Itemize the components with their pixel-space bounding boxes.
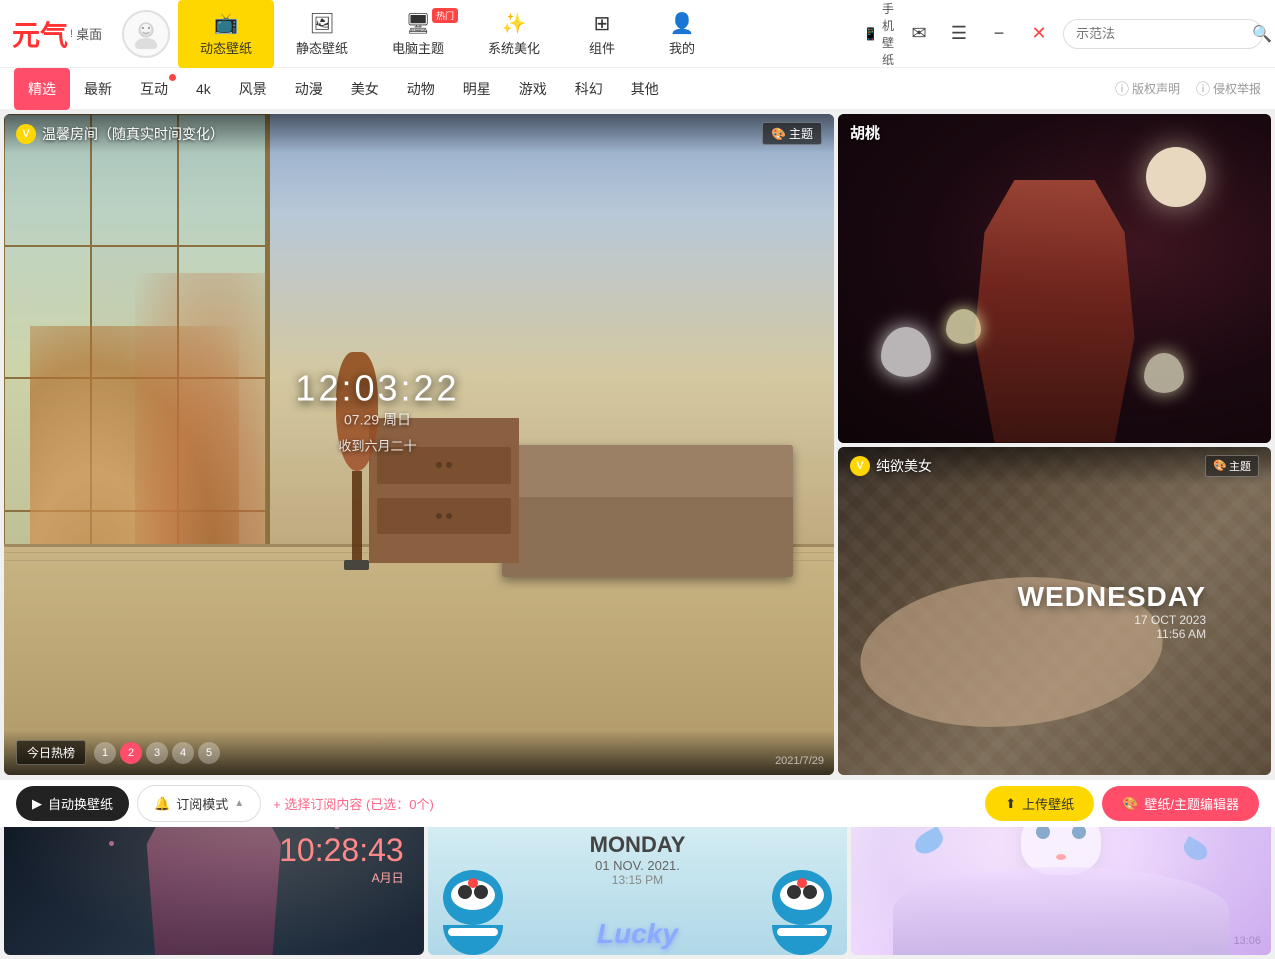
search-input[interactable] bbox=[1076, 26, 1252, 41]
sub-icon: 🔔 bbox=[154, 796, 170, 812]
wednesday-overlay: WEDNESDAY 17 OCT 2023 11:56 AM bbox=[1018, 581, 1206, 641]
featured-clock: 12:03:22 07.29 周日 收到六月二十 bbox=[295, 368, 459, 455]
tab-theme[interactable]: 🖥 电脑主题 热门 bbox=[370, 0, 466, 68]
logo: 元气 ! 桌面 bbox=[12, 14, 122, 54]
upload-button[interactable]: ⬆ 上传壁纸 bbox=[985, 786, 1094, 821]
tab-static[interactable]: 🖼 静态壁纸 bbox=[274, 0, 370, 68]
select-info[interactable]: + 选择订阅内容 (已选：0个) bbox=[273, 794, 434, 813]
featured-title-bar: V 温馨房间（随真实时间变化） 🎨 主题 bbox=[4, 114, 834, 153]
cat-anime[interactable]: 动漫 bbox=[281, 68, 337, 110]
main-content: 12:03:22 07.29 周日 收到六月二十 V 温馨房间（随真实时间变化）… bbox=[0, 110, 1275, 779]
tab-beauty[interactable]: ✨ 系统美化 bbox=[466, 0, 562, 68]
cat-animal[interactable]: 动物 bbox=[393, 68, 449, 110]
cat-4k[interactable]: 4k bbox=[182, 68, 225, 110]
search-box: 🔍 bbox=[1063, 19, 1263, 49]
phone-icon: 📱 bbox=[863, 27, 878, 41]
edit-icon: 🎨 bbox=[1122, 796, 1138, 812]
toolbar-right: ⬆ 上传壁纸 🎨 壁纸/主题编辑器 bbox=[985, 786, 1259, 821]
mine-icon: 👤 bbox=[670, 11, 695, 36]
hot-today-label: 今日热榜 bbox=[16, 740, 86, 765]
avatar-button[interactable] bbox=[122, 10, 170, 58]
minimize-button[interactable]: − bbox=[983, 18, 1015, 50]
hot-badge: 热门 bbox=[432, 8, 458, 23]
tab-dynamic[interactable]: 📺 动态壁纸 bbox=[178, 0, 274, 68]
right-cards: 胡桃 WEDNESDAY 17 OCT 2023 11:56 AM bbox=[838, 114, 1271, 775]
featured-card[interactable]: 12:03:22 07.29 周日 收到六月二十 V 温馨房间（随真实时间变化）… bbox=[4, 114, 834, 775]
upload-icon: ⬆ bbox=[1005, 796, 1016, 812]
beauty-icon: ✨ bbox=[502, 11, 527, 36]
cat-scenery[interactable]: 风景 bbox=[225, 68, 281, 110]
theme-icon: 🖥 bbox=[405, 11, 430, 36]
top-right-controls: 📱 手机壁纸 ✉ ☰ − ✕ 🔍 bbox=[863, 18, 1263, 50]
cat-star[interactable]: 明星 bbox=[449, 68, 505, 110]
editor-button[interactable]: 🎨 壁纸/主题编辑器 bbox=[1102, 786, 1259, 821]
static-icon: 🖼 bbox=[309, 11, 334, 36]
interactive-dot bbox=[169, 74, 176, 81]
auto-switch-button[interactable]: ▶ 自动换壁纸 bbox=[16, 786, 129, 821]
tab-widget[interactable]: ⊞ 组件 bbox=[562, 0, 642, 68]
cat-game[interactable]: 游戏 bbox=[505, 68, 561, 110]
beauty-v-badge: V bbox=[850, 456, 870, 476]
menu-icon[interactable]: ☰ bbox=[943, 18, 975, 50]
search-icon[interactable]: 🔍 bbox=[1252, 24, 1272, 44]
cat-interactive[interactable]: 互动 bbox=[126, 68, 182, 110]
v-badge: V bbox=[16, 124, 36, 144]
page-1[interactable]: 1 bbox=[94, 742, 116, 764]
sub-arrow-icon: ▲ bbox=[234, 798, 244, 809]
beauty-card[interactable]: WEDNESDAY 17 OCT 2023 11:56 AM V 纯欲美女 🎨主… bbox=[838, 447, 1271, 776]
monday-overlay: MONDAY 01 NOV. 2021. 13:15 PM bbox=[590, 832, 686, 887]
tab-mine[interactable]: 👤 我的 bbox=[642, 0, 722, 68]
sunshine-clock: 10:28:43 A月日 bbox=[279, 832, 404, 886]
play-icon: ▶ bbox=[32, 796, 42, 812]
phone-wallpaper-button[interactable]: 📱 手机壁纸 bbox=[863, 18, 895, 50]
copyright-link[interactable]: ⓘ 版权声明 bbox=[1115, 79, 1180, 99]
theme-badge: 🎨 主题 bbox=[762, 122, 822, 145]
cat-scifi[interactable]: 科幻 bbox=[561, 68, 617, 110]
hot-today-bar: 今日热榜 1 2 3 4 5 2021/7/29 bbox=[4, 730, 834, 775]
close-button[interactable]: ✕ bbox=[1023, 18, 1055, 50]
report-link[interactable]: ⓘ 侵权举报 bbox=[1196, 79, 1261, 99]
widget-icon: ⊞ bbox=[594, 11, 611, 36]
cat-beauty[interactable]: 美女 bbox=[337, 68, 393, 110]
hutao-card[interactable]: 胡桃 bbox=[838, 114, 1271, 443]
dynamic-icon: 📺 bbox=[214, 11, 239, 36]
page-5[interactable]: 5 bbox=[198, 742, 220, 764]
page-4[interactable]: 4 bbox=[172, 742, 194, 764]
top-bar: 元气 ! 桌面 📺 动态壁纸 🖼 静态壁纸 🖥 电脑主题 热门 ✨ bbox=[0, 0, 1275, 68]
page-3[interactable]: 3 bbox=[146, 742, 168, 764]
page-dots: 1 2 3 4 5 bbox=[94, 742, 220, 764]
category-bar: 精选 最新 互动 4k 风景 动漫 美女 动物 明星 游戏 科幻 其他 ⓘ 版权… bbox=[0, 68, 1275, 110]
cat-featured[interactable]: 精选 bbox=[14, 68, 70, 110]
mail-icon[interactable]: ✉ bbox=[903, 18, 935, 50]
cat-right-actions: ⓘ 版权声明 ⓘ 侵权举报 bbox=[1115, 79, 1261, 99]
page-2[interactable]: 2 bbox=[120, 742, 142, 764]
date-watermark: 2021/7/29 bbox=[775, 755, 824, 767]
cat-latest[interactable]: 最新 bbox=[70, 68, 126, 110]
cat-other[interactable]: 其他 bbox=[617, 68, 673, 110]
nav-tabs: 📺 动态壁纸 🖼 静态壁纸 🖥 电脑主题 热门 ✨ 系统美化 ⊞ 组件 👤 我的 bbox=[178, 0, 855, 67]
sub-mode-button[interactable]: 🔔 订阅模式 ▲ bbox=[137, 785, 261, 822]
bottom-toolbar: ▶ 自动换壁纸 🔔 订阅模式 ▲ + 选择订阅内容 (已选：0个) ⬆ 上传壁纸… bbox=[0, 779, 1275, 827]
